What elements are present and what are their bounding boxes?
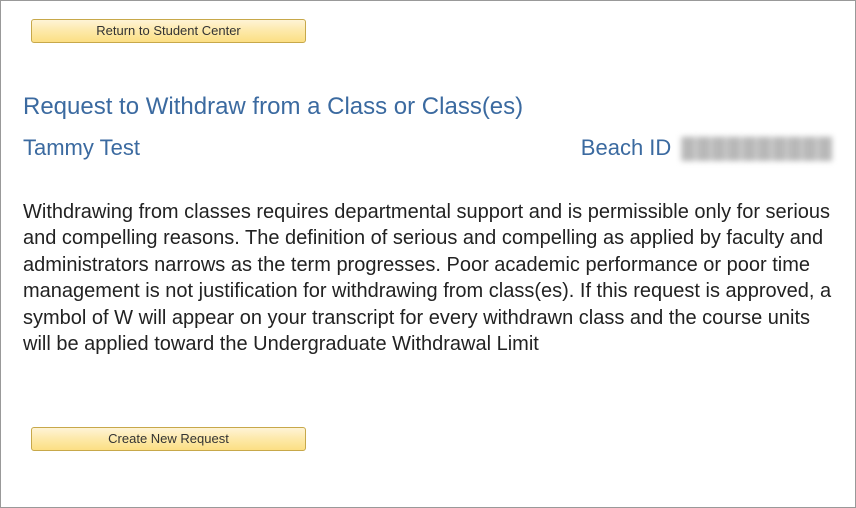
subhead-row: Tammy Test Beach ID ██████████ — [23, 135, 833, 161]
beach-id-value: ██████████ — [681, 138, 833, 161]
top-button-row: Return to Student Center — [31, 19, 833, 43]
withdrawal-policy-text: Withdrawing from classes requires depart… — [23, 199, 833, 357]
beach-id-label: Beach ID — [581, 135, 672, 161]
bottom-button-row: Create New Request — [31, 427, 833, 451]
create-new-request-button[interactable]: Create New Request — [31, 427, 306, 451]
beach-id-block: Beach ID ██████████ — [581, 135, 833, 161]
page-title: Request to Withdraw from a Class or Clas… — [23, 93, 833, 121]
student-name: Tammy Test — [23, 135, 140, 161]
return-to-student-center-button[interactable]: Return to Student Center — [31, 19, 306, 43]
